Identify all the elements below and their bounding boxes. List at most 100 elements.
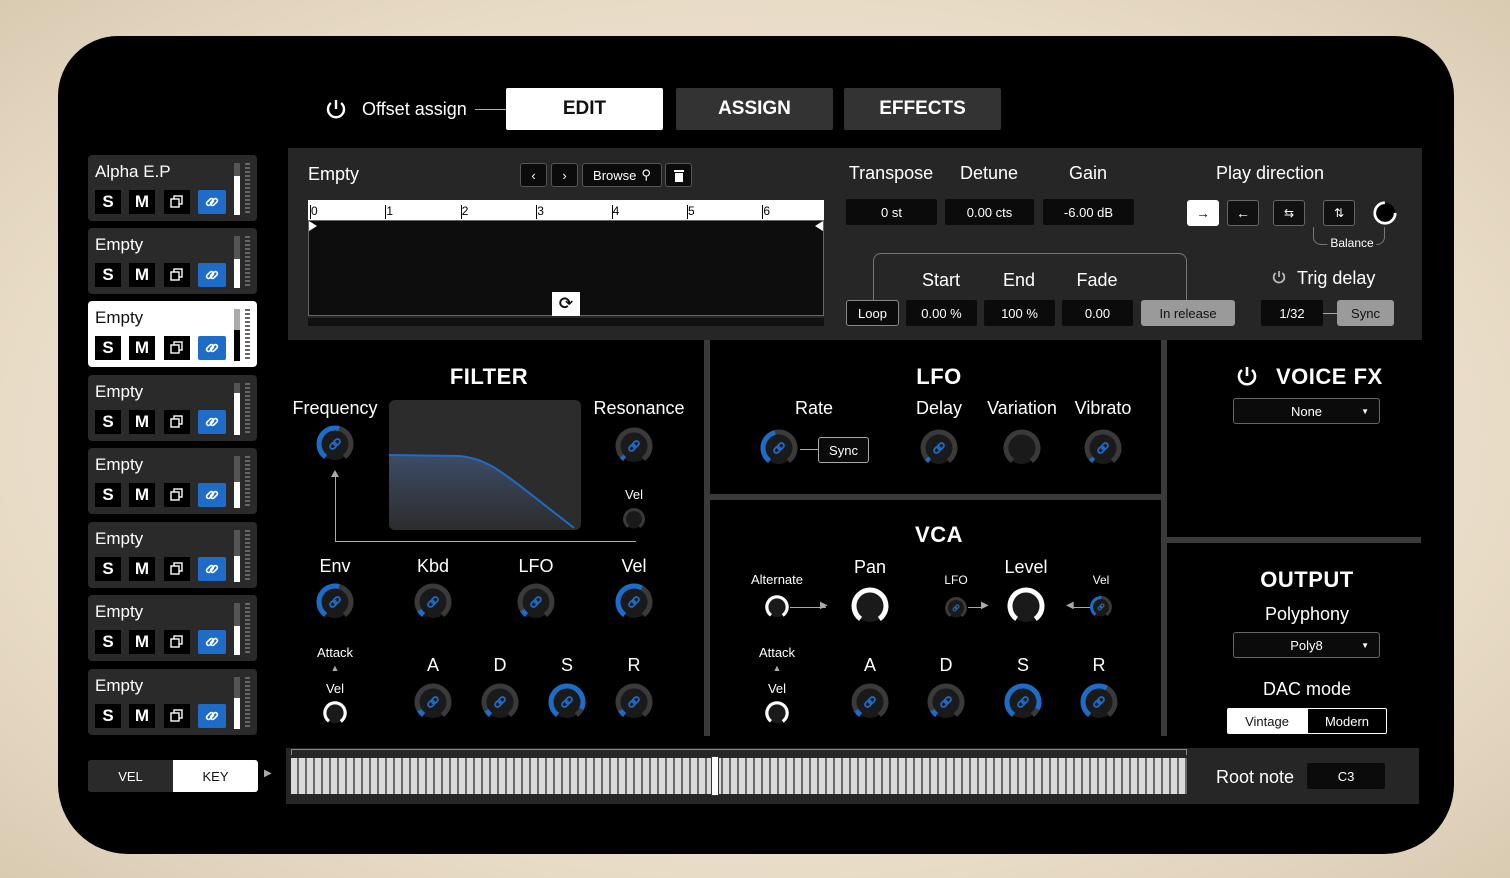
- vca-lfo-knob[interactable]: [943, 595, 969, 621]
- solo-button[interactable]: S: [95, 263, 121, 287]
- polyphony-select[interactable]: Poly8 ▼: [1233, 632, 1380, 658]
- start-field[interactable]: 0.00 %: [906, 300, 977, 326]
- vca-decay-knob[interactable]: [924, 680, 968, 724]
- vel-button[interactable]: VEL: [88, 760, 173, 792]
- copy-icon[interactable]: [164, 483, 190, 507]
- copy-icon[interactable]: [164, 630, 190, 654]
- keyboard-keys[interactable]: [291, 758, 1187, 794]
- filter-decay-knob[interactable]: [478, 680, 522, 724]
- dac-vintage-option[interactable]: Vintage: [1227, 708, 1307, 734]
- filter-release-knob[interactable]: [612, 680, 656, 724]
- copy-icon[interactable]: [164, 557, 190, 581]
- refresh-icon[interactable]: ⟳: [552, 292, 580, 316]
- alternate-direction-icon[interactable]: ⇅: [1323, 200, 1355, 226]
- vca-sustain-knob[interactable]: [1001, 680, 1045, 724]
- link-icon[interactable]: [198, 630, 226, 654]
- mute-button[interactable]: M: [129, 483, 155, 507]
- rate-sync-button[interactable]: Sync: [818, 437, 869, 463]
- mute-button[interactable]: M: [129, 630, 155, 654]
- forward-icon[interactable]: →: [1187, 200, 1219, 226]
- reverse-icon[interactable]: ←: [1227, 200, 1259, 226]
- copy-icon[interactable]: [164, 336, 190, 360]
- lfo-rate-knob[interactable]: [757, 426, 801, 470]
- alternate-knob[interactable]: [763, 593, 791, 621]
- vca-release-knob[interactable]: [1077, 680, 1121, 724]
- filter-attack-vel-knob[interactable]: [321, 699, 349, 727]
- tab-effects[interactable]: EFFECTS: [844, 88, 1001, 130]
- layer-slot[interactable]: Alpha E.P S M: [88, 155, 257, 221]
- layer-slot[interactable]: Empty S M: [88, 522, 257, 588]
- voice-fx-select[interactable]: None ▼: [1233, 398, 1380, 424]
- mute-button[interactable]: M: [129, 263, 155, 287]
- scrollbar[interactable]: [308, 318, 824, 326]
- layer-slot[interactable]: Empty S M: [88, 375, 257, 441]
- mute-button[interactable]: M: [129, 190, 155, 214]
- root-note-field[interactable]: C3: [1307, 763, 1385, 789]
- vca-attack-knob[interactable]: [848, 680, 892, 724]
- prev-sample-button[interactable]: ‹: [520, 163, 547, 187]
- filter-kbd-knob[interactable]: [411, 580, 455, 624]
- solo-button[interactable]: S: [95, 336, 121, 360]
- solo-button[interactable]: S: [95, 557, 121, 581]
- transpose-field[interactable]: 0 st: [846, 199, 937, 225]
- link-icon[interactable]: [198, 190, 226, 214]
- mute-button[interactable]: M: [129, 336, 155, 360]
- fade-field[interactable]: 0.00: [1062, 300, 1133, 326]
- link-icon[interactable]: [198, 336, 226, 360]
- mute-button[interactable]: M: [129, 704, 155, 728]
- link-icon[interactable]: [198, 557, 226, 581]
- link-icon[interactable]: [198, 410, 226, 434]
- browse-button[interactable]: Browse ⚲: [582, 163, 662, 187]
- filter-attack-knob[interactable]: [411, 680, 455, 724]
- lfo-delay-knob[interactable]: [917, 426, 961, 470]
- solo-button[interactable]: S: [95, 483, 121, 507]
- filter-sustain-knob[interactable]: [545, 680, 589, 724]
- loop-button[interactable]: Loop: [846, 300, 899, 326]
- solo-button[interactable]: S: [95, 704, 121, 728]
- delete-sample-button[interactable]: [665, 163, 692, 187]
- loop-start-marker[interactable]: [309, 221, 317, 231]
- link-icon[interactable]: [198, 704, 226, 728]
- pan-knob[interactable]: [848, 584, 892, 628]
- root-note-marker[interactable]: [711, 756, 719, 796]
- resonance-vel-knob[interactable]: [621, 506, 647, 532]
- copy-icon[interactable]: [164, 704, 190, 728]
- vca-attack-vel-knob[interactable]: [763, 699, 791, 727]
- filter-env-knob[interactable]: [313, 580, 357, 624]
- level-knob[interactable]: [1004, 584, 1048, 628]
- lfo-variation-knob[interactable]: [1000, 426, 1044, 470]
- voice-fx-power-icon[interactable]: [1235, 364, 1259, 388]
- end-field[interactable]: 100 %: [984, 300, 1055, 326]
- vca-vel-knob[interactable]: [1088, 594, 1114, 620]
- frequency-knob[interactable]: [313, 422, 357, 466]
- link-icon[interactable]: [198, 263, 226, 287]
- copy-icon[interactable]: [164, 410, 190, 434]
- solo-button[interactable]: S: [95, 190, 121, 214]
- next-sample-button[interactable]: ›: [551, 163, 578, 187]
- layer-slot[interactable]: Empty S M: [88, 595, 257, 661]
- pingpong-icon[interactable]: ⇆: [1273, 200, 1305, 226]
- key-button[interactable]: KEY: [173, 760, 258, 792]
- solo-button[interactable]: S: [95, 410, 121, 434]
- trig-delay-field[interactable]: 1/32: [1261, 300, 1323, 326]
- lfo-vibrato-knob[interactable]: [1081, 426, 1125, 470]
- resonance-knob[interactable]: [612, 424, 656, 468]
- trig-delay-power-icon[interactable]: [1271, 269, 1287, 285]
- tab-edit[interactable]: EDIT: [506, 88, 663, 130]
- layer-slot[interactable]: Empty S M: [88, 228, 257, 294]
- detune-field[interactable]: 0.00 cts: [945, 199, 1034, 225]
- layer-slot[interactable]: Empty S M: [88, 669, 257, 735]
- filter-vel-knob[interactable]: [612, 580, 656, 624]
- balance-knob[interactable]: [1370, 198, 1400, 228]
- filter-lfo-knob[interactable]: [514, 580, 558, 624]
- gain-field[interactable]: -6.00 dB: [1043, 199, 1134, 225]
- layer-slot[interactable]: Empty S M: [88, 448, 257, 514]
- mute-button[interactable]: M: [129, 410, 155, 434]
- offset-assign-power-icon[interactable]: [324, 97, 348, 121]
- layer-slot[interactable]: Empty S M: [88, 301, 257, 367]
- copy-icon[interactable]: [164, 263, 190, 287]
- tab-assign[interactable]: ASSIGN: [676, 88, 833, 130]
- solo-button[interactable]: S: [95, 630, 121, 654]
- link-icon[interactable]: [198, 483, 226, 507]
- mute-button[interactable]: M: [129, 557, 155, 581]
